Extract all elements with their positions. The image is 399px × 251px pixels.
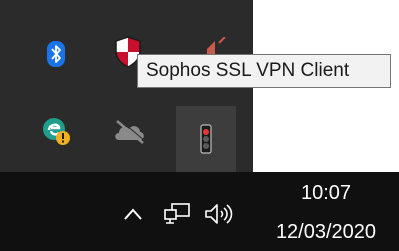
tray-bluetooth-button[interactable]	[26, 24, 86, 84]
network-button[interactable]	[160, 200, 194, 228]
chevron-up-icon	[124, 208, 142, 220]
tray-tooltip: Sophos SSL VPN Client	[137, 54, 391, 88]
tray-onedrive-button[interactable]	[100, 101, 160, 161]
tray-edge-update-button[interactable]	[26, 101, 86, 161]
bluetooth-icon	[47, 41, 65, 67]
volume-icon	[205, 204, 233, 224]
sophos-vpn-traffic-light-icon	[200, 124, 212, 154]
clock-date: 12/03/2020	[275, 221, 377, 243]
network-icon	[164, 203, 190, 224]
edge-update-icon	[43, 118, 70, 145]
show-hidden-icons-button[interactable]	[118, 200, 148, 228]
tooltip-text: Sophos SSL VPN Client	[146, 60, 350, 81]
volume-button[interactable]	[202, 200, 236, 228]
clock-time: 10:07	[300, 182, 352, 204]
tray-sophos-vpn-button[interactable]	[176, 106, 236, 172]
taskbar-clock[interactable]: 10:07 12/03/2020	[262, 178, 390, 245]
desktop-background	[391, 0, 399, 172]
onedrive-offline-icon	[115, 118, 146, 144]
